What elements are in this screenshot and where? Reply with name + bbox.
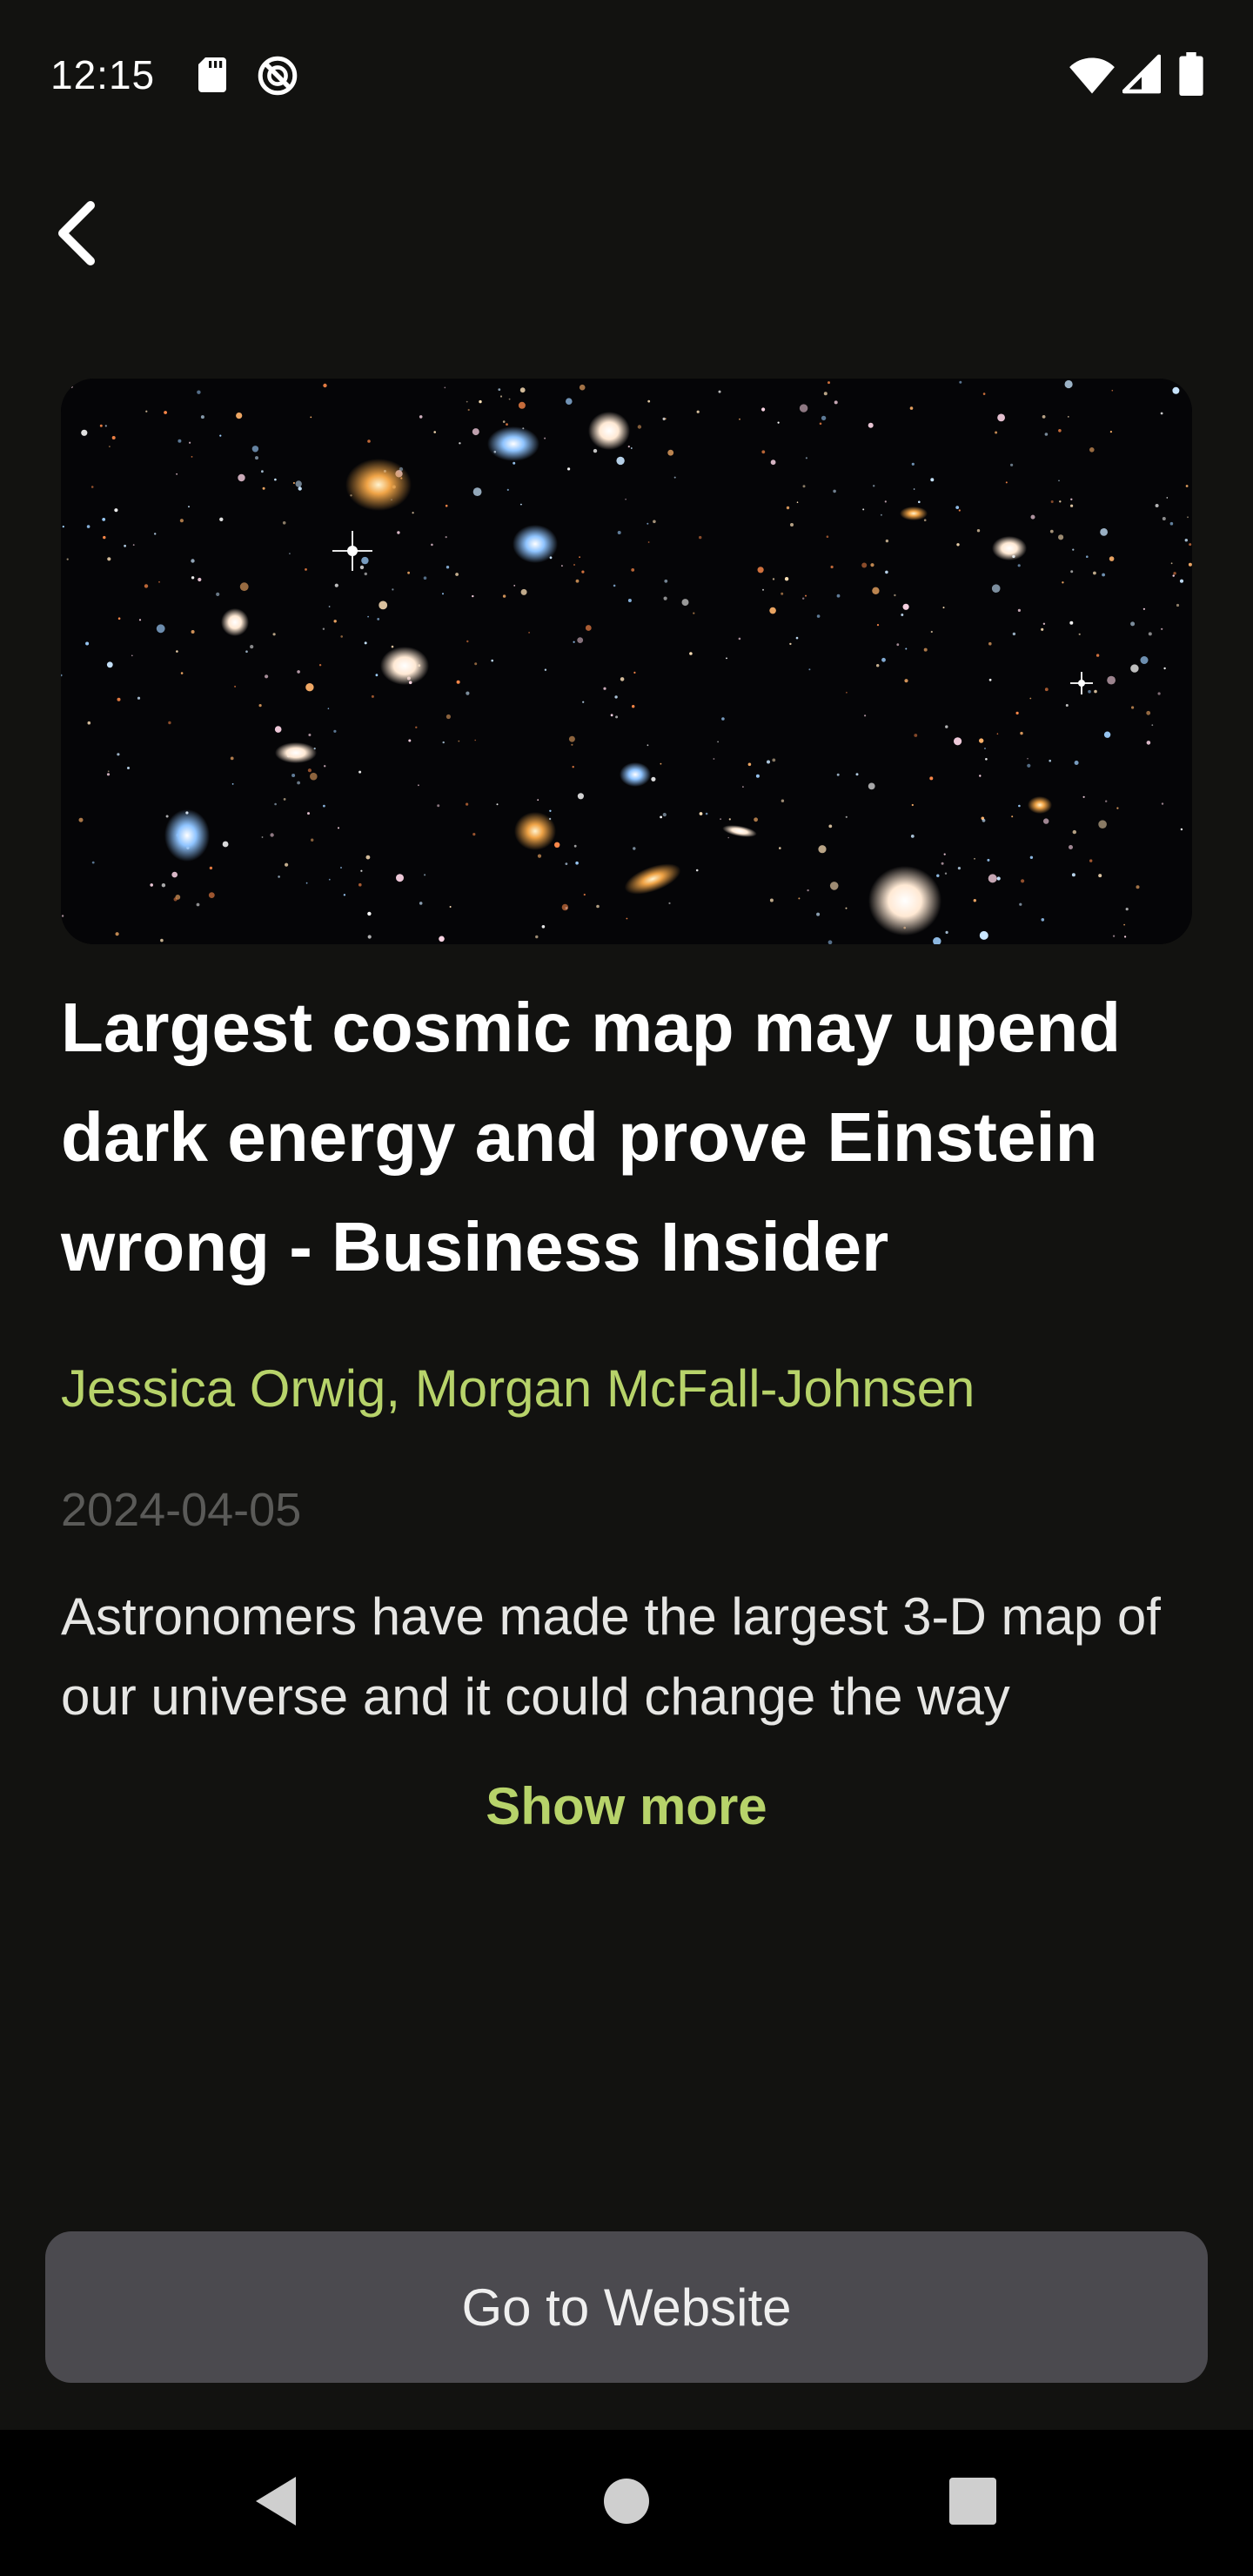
battery-icon xyxy=(1178,52,1204,96)
go-to-website-button[interactable]: Go to Website xyxy=(45,2231,1208,2383)
wifi-icon xyxy=(1069,52,1116,96)
back-button[interactable] xyxy=(35,191,122,278)
sd-card-icon xyxy=(193,54,235,96)
nav-recents-icon xyxy=(949,2477,996,2529)
nav-home-button[interactable] xyxy=(583,2459,670,2546)
nav-back-button[interactable] xyxy=(233,2459,320,2546)
nav-back-icon xyxy=(251,2473,303,2533)
article-summary: Astronomers have made the largest 3-D ma… xyxy=(61,1587,1161,1726)
article-headline: Largest cosmic map may upend dark energy… xyxy=(61,989,1122,1285)
nav-recents-button[interactable] xyxy=(929,2459,1016,2546)
show-more-button[interactable]: Show more xyxy=(0,1772,1253,1841)
cellular-signal-icon xyxy=(1122,52,1162,96)
back-arrow-icon xyxy=(52,198,104,272)
article-image xyxy=(61,379,1192,944)
nav-home-icon xyxy=(602,2477,651,2530)
article-date: 2024-04-05 xyxy=(61,1484,302,1536)
article-authors: Jessica Orwig, Morgan McFall-Johnsen xyxy=(61,1359,975,1418)
do-not-disturb-icon xyxy=(256,54,298,96)
status-bar: 12:15 xyxy=(0,0,1253,148)
status-time: 12:15 xyxy=(50,52,156,97)
go-to-website-label: Go to Website xyxy=(461,2277,792,2337)
navigation-bar xyxy=(0,2430,1253,2576)
